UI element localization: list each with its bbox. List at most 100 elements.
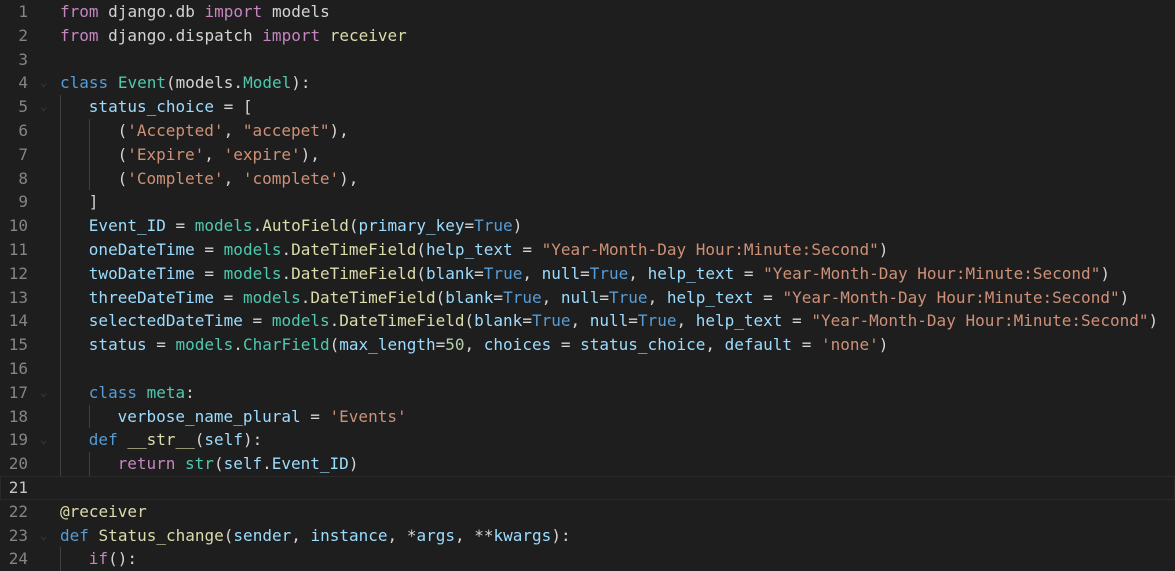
code-token: Event xyxy=(117,73,166,93)
line-code: ('Expire', 'expire'), xyxy=(118,143,320,167)
fold-chevron-icon[interactable]: ⌄ xyxy=(40,428,52,452)
code-line[interactable]: 5 ⌄ status_choice = [ xyxy=(0,95,1175,119)
code-line[interactable]: 24 if(): xyxy=(0,547,1175,571)
code-line[interactable]: 22 @receiver xyxy=(0,500,1175,524)
code-line[interactable]: 9] xyxy=(0,190,1175,215)
code-line[interactable]: 10 Event_ID = models.AutoField(primary_ke… xyxy=(0,214,1175,238)
code-token: , xyxy=(522,263,542,283)
fold-chevron-icon[interactable]: ⌄ xyxy=(40,71,52,95)
fold-chevron-icon[interactable]: ⌄ xyxy=(40,95,52,119)
fold-chevron-icon[interactable]: ⌄ xyxy=(40,524,52,548)
code-token: True xyxy=(503,287,542,307)
code-token: ( xyxy=(416,263,426,283)
code-token: null xyxy=(589,311,629,331)
code-token: . xyxy=(233,335,243,355)
code-token: = xyxy=(435,335,446,355)
code-token: selectedDateTime xyxy=(88,311,243,331)
code-line[interactable]: 7 ('Expire', 'expire'), xyxy=(0,142,1175,167)
line-number: 21 xyxy=(8,477,28,497)
code-line[interactable]: 23 ⌄ def Status_change(sender, instance, *… xyxy=(0,524,1175,548)
code-line[interactable]: 4 ⌄ class Event(models.Model): xyxy=(0,71,1175,95)
code-token: from xyxy=(60,25,99,45)
code-token: @receiver xyxy=(60,501,147,521)
code-token: null xyxy=(560,287,600,307)
line-number: 6 xyxy=(18,120,28,140)
code-line[interactable]: 17 ⌄ class meta: xyxy=(0,380,1175,405)
line-code: ('Accepted', "accepet"), xyxy=(118,119,349,143)
code-token: ( xyxy=(117,168,128,188)
indent-guide xyxy=(60,428,61,453)
fold-chevron-icon[interactable]: ⌄ xyxy=(40,381,52,405)
code-token: "accepet" xyxy=(242,120,330,140)
code-token: True xyxy=(474,216,513,236)
code-token: , xyxy=(628,263,648,283)
line-code: from django.dispatch import receiver xyxy=(60,24,407,48)
code-line[interactable]: 16 xyxy=(0,356,1175,381)
line-code: class meta: xyxy=(89,381,195,405)
code-line[interactable]: 19 ⌄ def __str__(self): xyxy=(0,428,1175,453)
indent-guide xyxy=(88,118,90,143)
code-line[interactable]: 12 twoDateTime = models.DateTimeField(bla… xyxy=(0,261,1175,286)
line-code: def __str__(self): xyxy=(89,428,262,452)
code-line[interactable]: 20 return str(self.Event_ID) xyxy=(0,452,1175,476)
code-token: ( xyxy=(464,311,475,331)
code-line[interactable]: 18 verbose_name_plural = 'Events' xyxy=(0,404,1175,429)
line-number: 15 xyxy=(8,335,28,355)
line-number: 1 xyxy=(18,2,28,21)
code-line[interactable]: 2 from django.dispatch import receiver xyxy=(0,24,1175,48)
code-token: ( xyxy=(194,430,205,450)
code-token: . xyxy=(262,454,272,474)
code-token: = xyxy=(194,263,224,283)
code-token: , xyxy=(705,335,725,355)
code-token: models xyxy=(271,311,330,331)
code-token: max_length xyxy=(339,335,436,355)
code-token: ), xyxy=(329,120,349,140)
code-token: if xyxy=(88,549,109,569)
line-code: verbose_name_plural = 'Events' xyxy=(118,405,407,429)
code-token: 'Accepted' xyxy=(127,120,224,140)
code-token: , * xyxy=(387,525,417,545)
code-line[interactable]: 14 selectedDateTime = models.DateTimeFiel… xyxy=(0,309,1175,334)
line-number: 8 xyxy=(18,168,28,188)
code-token: help_text xyxy=(695,311,783,331)
code-token: ( xyxy=(213,454,224,474)
code-line[interactable]: 8 ('Complete', 'complete'), xyxy=(0,166,1175,191)
line-number: 14 xyxy=(8,311,28,331)
line-number: 13 xyxy=(8,287,28,307)
code-token: ( xyxy=(223,525,234,545)
code-token: ) xyxy=(348,454,359,474)
indent-guide xyxy=(60,356,61,381)
code-token: = xyxy=(782,311,812,331)
line-code: if(): xyxy=(89,547,137,571)
code-line[interactable]: 1 from django.db import models xyxy=(0,0,1175,24)
code-token: , xyxy=(223,120,243,140)
code-line[interactable]: 15 status = models.CharField(max_length=5… xyxy=(0,333,1175,357)
code-token: def xyxy=(88,430,118,450)
line-code: oneDateTime = models.DateTimeField(help_… xyxy=(89,238,889,262)
code-token: = xyxy=(165,216,195,236)
code-token: 'Events' xyxy=(329,406,407,426)
line-number: 9 xyxy=(18,192,28,212)
code-editor[interactable]: 1 from django.db import models 2 from djang… xyxy=(0,0,1175,571)
code-token: return xyxy=(117,454,176,474)
code-token: (): xyxy=(108,549,137,569)
line-code: def Status_change(sender, instance, *arg… xyxy=(60,524,571,548)
line-code: @receiver xyxy=(60,500,147,524)
code-line[interactable]: 11 oneDateTime = models.DateTimeField(hel… xyxy=(0,237,1175,262)
code-token: django.db xyxy=(108,2,195,21)
code-token: = xyxy=(242,311,272,331)
code-token: self xyxy=(223,454,263,474)
code-token: : xyxy=(185,382,195,402)
code-token: models xyxy=(223,263,282,283)
code-token: sender xyxy=(233,525,292,545)
code-token: Event_ID xyxy=(88,216,166,236)
code-token: = xyxy=(522,311,532,331)
code-line[interactable]: 13 threeDateTime = models.DateTimeField(b… xyxy=(0,285,1175,310)
line-code: from django.db import models xyxy=(60,0,330,24)
code-line[interactable]: 3 xyxy=(0,48,1175,72)
code-token: = xyxy=(792,335,821,355)
code-token: = xyxy=(146,335,176,355)
code-line[interactable]: 21 xyxy=(0,475,1175,500)
code-token: = xyxy=(753,287,783,307)
code-line[interactable]: 6 ('Accepted', "accepet"), xyxy=(0,118,1175,143)
